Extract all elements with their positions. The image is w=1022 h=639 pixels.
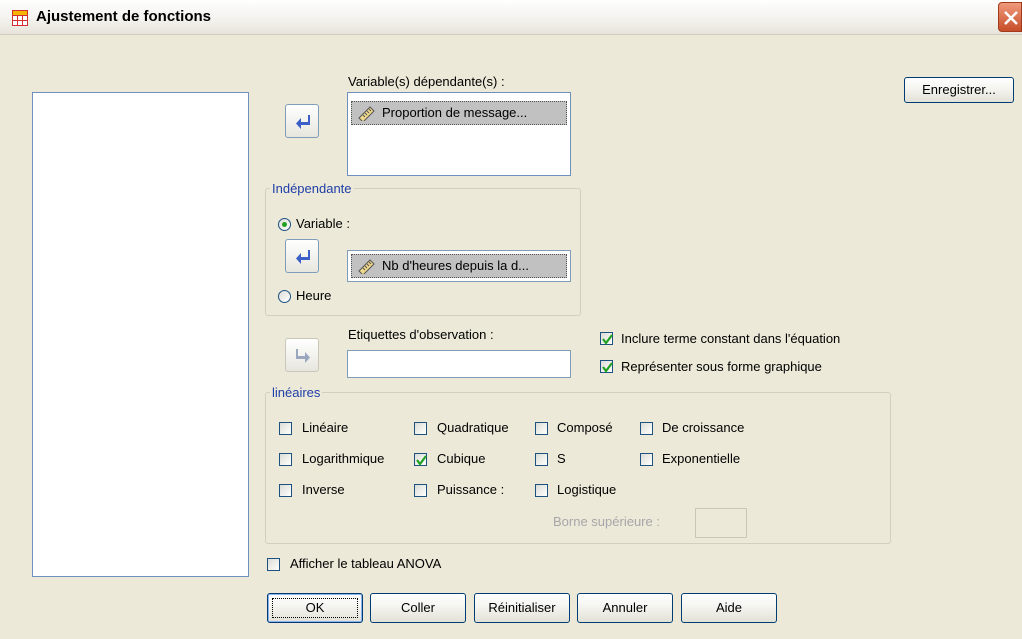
independent-group-label: Indépendante — [270, 181, 354, 196]
scale-ruler-icon — [358, 106, 375, 121]
include-constant-checkbox[interactable] — [600, 332, 613, 345]
anova-checkbox[interactable] — [267, 558, 280, 571]
arrow-left-icon — [296, 250, 310, 264]
variable-radio-label[interactable]: Variable : — [296, 216, 350, 231]
power-checkbox[interactable] — [414, 484, 427, 497]
dependent-variables-list[interactable]: Proportion de message... — [347, 92, 571, 176]
focus-rectangle — [272, 598, 358, 618]
data-grid-icon — [12, 10, 28, 26]
close-icon — [1004, 11, 1018, 25]
move-to-independent-button[interactable] — [285, 239, 319, 273]
time-radio-label[interactable]: Heure — [296, 288, 331, 303]
upper-bound-label: Borne supérieure : — [553, 514, 660, 529]
cancel-button[interactable]: Annuler — [577, 593, 673, 623]
move-to-dependent-button[interactable] — [285, 104, 319, 138]
compound-label[interactable]: Composé — [557, 420, 613, 435]
exponential-label[interactable]: Exponentielle — [662, 451, 740, 466]
dependent-variables-label: Variable(s) dépendante(s) : — [348, 74, 505, 89]
time-radio[interactable] — [278, 290, 291, 303]
logarithmic-checkbox[interactable] — [279, 453, 292, 466]
scale-ruler-icon — [358, 259, 375, 274]
compound-checkbox[interactable] — [535, 422, 548, 435]
variable-radio[interactable] — [278, 218, 291, 231]
s-curve-checkbox[interactable] — [535, 453, 548, 466]
case-labels-field[interactable] — [347, 350, 571, 378]
check-icon — [602, 362, 613, 373]
inverse-checkbox[interactable] — [279, 484, 292, 497]
anova-label[interactable]: Afficher le tableau ANOVA — [290, 556, 441, 571]
cubic-label[interactable]: Cubique — [437, 451, 485, 466]
window-title: Ajustement de fonctions — [36, 8, 212, 25]
include-constant-label[interactable]: Inclure terme constant dans l'équation — [621, 331, 840, 346]
ok-button[interactable]: OK — [267, 593, 363, 623]
dependent-variable-name: Proportion de message... — [382, 105, 528, 120]
case-labels-label: Etiquettes d'observation : — [348, 327, 494, 342]
title-bar: Ajustement de fonctions — [0, 0, 1022, 35]
close-button[interactable] — [998, 2, 1022, 32]
cubic-checkbox[interactable] — [414, 453, 427, 466]
check-icon — [602, 334, 613, 345]
upper-bound-field[interactable] — [695, 508, 747, 538]
plot-models-label[interactable]: Représenter sous forme graphique — [621, 359, 822, 374]
arrow-right-icon — [296, 349, 310, 363]
logarithmic-label[interactable]: Logarithmique — [302, 451, 384, 466]
help-button[interactable]: Aide — [681, 593, 777, 623]
power-label[interactable]: Puissance : — [437, 482, 504, 497]
list-item[interactable]: Nb d'heures depuis la d... — [351, 254, 567, 278]
logistic-checkbox[interactable] — [535, 484, 548, 497]
paste-button[interactable]: Coller — [370, 593, 466, 623]
linear-checkbox[interactable] — [279, 422, 292, 435]
inverse-label[interactable]: Inverse — [302, 482, 345, 497]
quadratic-label[interactable]: Quadratique — [437, 420, 509, 435]
arrow-left-icon — [296, 115, 310, 129]
models-group-label: linéaires — [270, 385, 323, 400]
move-to-case-labels-button[interactable] — [285, 338, 319, 372]
quadratic-checkbox[interactable] — [414, 422, 427, 435]
growth-checkbox[interactable] — [640, 422, 653, 435]
check-icon — [416, 455, 427, 466]
source-variable-list[interactable] — [32, 92, 249, 577]
save-button[interactable]: Enregistrer... — [904, 77, 1014, 103]
exponential-checkbox[interactable] — [640, 453, 653, 466]
growth-label[interactable]: De croissance — [662, 420, 744, 435]
logistic-label[interactable]: Logistique — [557, 482, 616, 497]
independent-variable-field[interactable]: Nb d'heures depuis la d... — [347, 250, 571, 282]
reset-button[interactable]: Réinitialiser — [474, 593, 570, 623]
plot-models-checkbox[interactable] — [600, 360, 613, 373]
linear-label[interactable]: Linéaire — [302, 420, 348, 435]
list-item[interactable]: Proportion de message... — [351, 101, 567, 125]
independent-variable-name: Nb d'heures depuis la d... — [382, 258, 530, 273]
s-curve-label[interactable]: S — [557, 451, 566, 466]
